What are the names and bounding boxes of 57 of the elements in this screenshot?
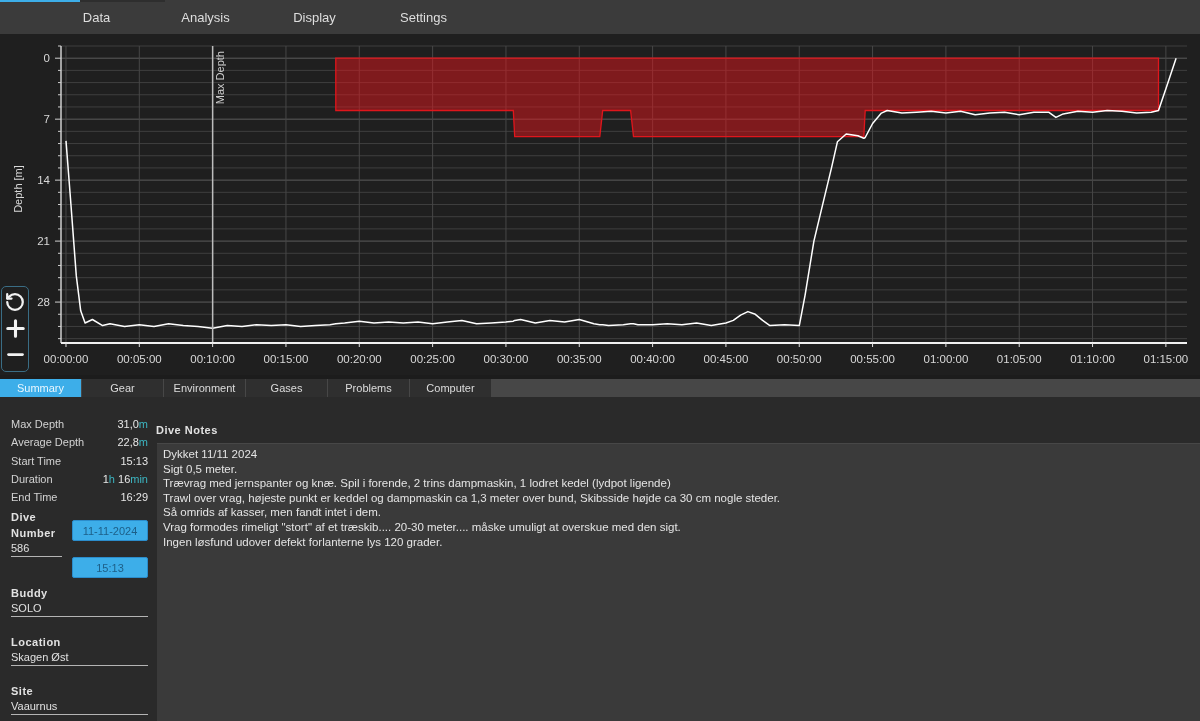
axis-title: Depth [m] — [12, 165, 24, 213]
tick-label: 01:15:00 — [1143, 353, 1189, 365]
input-field[interactable]: Skagen Øst — [11, 650, 148, 667]
tick-label: 21 — [37, 235, 50, 248]
tick-label: 00:40:00 — [630, 353, 675, 365]
tab[interactable]: Environment — [164, 379, 245, 397]
tick-label: 00:35:00 — [556, 353, 602, 365]
tick-label: 01:05:00 — [996, 353, 1042, 365]
tick-label: 00:55:00 — [850, 353, 895, 365]
tick-label: 00:20:00 — [336, 353, 382, 365]
input-field[interactable]: 586 — [11, 541, 62, 558]
tick-label: 00:00:00 — [43, 353, 89, 365]
rotate-arrow-icon — [6, 293, 24, 311]
tick-label: 0 — [43, 52, 50, 65]
menu-item[interactable]: Analysis — [178, 8, 233, 28]
tick-label: 14 — [37, 174, 50, 187]
stat-label: Average Depth — [11, 436, 85, 449]
tick-label: 00:15:00 — [263, 353, 309, 365]
stat-value: 16:29 — [120, 491, 148, 504]
input-field[interactable]: Vaaurnus — [11, 699, 148, 716]
stat-value: 15:13 — [120, 454, 148, 467]
minus-icon — [5, 353, 25, 357]
stat-label: Start Time — [11, 454, 62, 467]
plus-icon — [5, 319, 25, 338]
tick-label: 01:00:00 — [923, 353, 969, 365]
tab[interactable]: Gases — [246, 379, 327, 397]
tab[interactable]: Gear — [82, 379, 163, 397]
tick-label: 28 — [37, 296, 50, 309]
menu-item[interactable]: Settings — [397, 8, 450, 28]
stat-value: 31,0m — [117, 418, 148, 431]
field-label: Location — [11, 635, 62, 651]
tick-label: 00:45:00 — [703, 353, 749, 365]
stat-label: End Time — [11, 491, 58, 504]
reset-button[interactable] — [3, 290, 27, 314]
stat-label: Duration — [11, 473, 53, 486]
zoom-in-button[interactable] — [3, 316, 27, 341]
section-label: Dive Notes — [156, 423, 218, 437]
field-label: Dive Number — [11, 510, 57, 542]
stat-label: Max Depth — [11, 418, 65, 431]
notes-field[interactable]: Dykket 11/11 2024 Sigt 0,5 meter. Trævrag med jernspanter og knæ. Spil i forende, 2 trins dampmaskin, 1 lodret kedel (lydpot ligende) Trawl over vrag, højeste punkt er keddel og dampmaskin ca 1,3 meter over bund, Skibsside højde ca 30 cm nogle steder. Så omrids af kasser, men fandt intet i dem. Vrag formodes rimeligt "stort" af et træskib.... 20-30 meter.... måske umuligt at overskue med den sigt. Ingen løsfund udover defekt forlanterne lys 120 grader. — [157, 443, 1200, 721]
menu-item[interactable]: Display — [290, 8, 339, 28]
tick-label: 00:25:00 — [410, 353, 455, 365]
stat-value: 22,8m — [117, 436, 148, 449]
tick-label: 01:10:00 — [1070, 353, 1115, 365]
tick-label: 00:05:00 — [116, 353, 162, 365]
menu-item[interactable]: Data — [79, 8, 114, 28]
tick-label: 7 — [43, 113, 50, 126]
field-label: Buddy — [11, 586, 49, 602]
marker-label: Max Depth — [213, 51, 226, 105]
input-field[interactable]: SOLO — [11, 601, 148, 618]
tab[interactable]: Problems — [328, 379, 409, 397]
stat-value: 1h 16min — [102, 473, 148, 486]
tick-label: 00:10:00 — [190, 353, 235, 365]
tab[interactable]: Computer — [410, 379, 491, 397]
field-label: Site — [11, 684, 35, 700]
tick-label: 00:50:00 — [776, 353, 822, 365]
tick-label: 00:30:00 — [483, 353, 529, 365]
